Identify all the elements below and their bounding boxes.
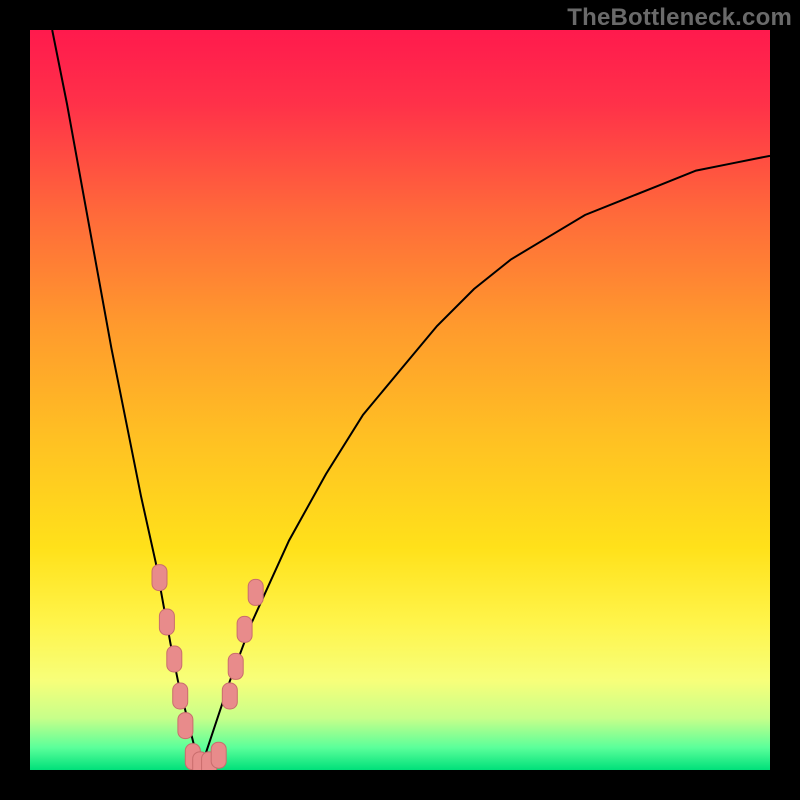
data-marker — [178, 713, 193, 739]
data-marker — [173, 683, 188, 709]
data-marker — [248, 579, 263, 605]
data-marker — [237, 616, 252, 642]
data-marker — [222, 683, 237, 709]
chart-frame: TheBottleneck.com — [0, 0, 800, 800]
data-marker — [228, 653, 243, 679]
plot-area — [30, 30, 770, 770]
data-marker — [152, 565, 167, 591]
data-marker — [159, 609, 174, 635]
data-marker — [211, 742, 226, 768]
watermark-text: TheBottleneck.com — [567, 4, 792, 32]
gradient-background — [30, 30, 770, 770]
chart-svg — [30, 30, 770, 770]
data-marker — [167, 646, 182, 672]
